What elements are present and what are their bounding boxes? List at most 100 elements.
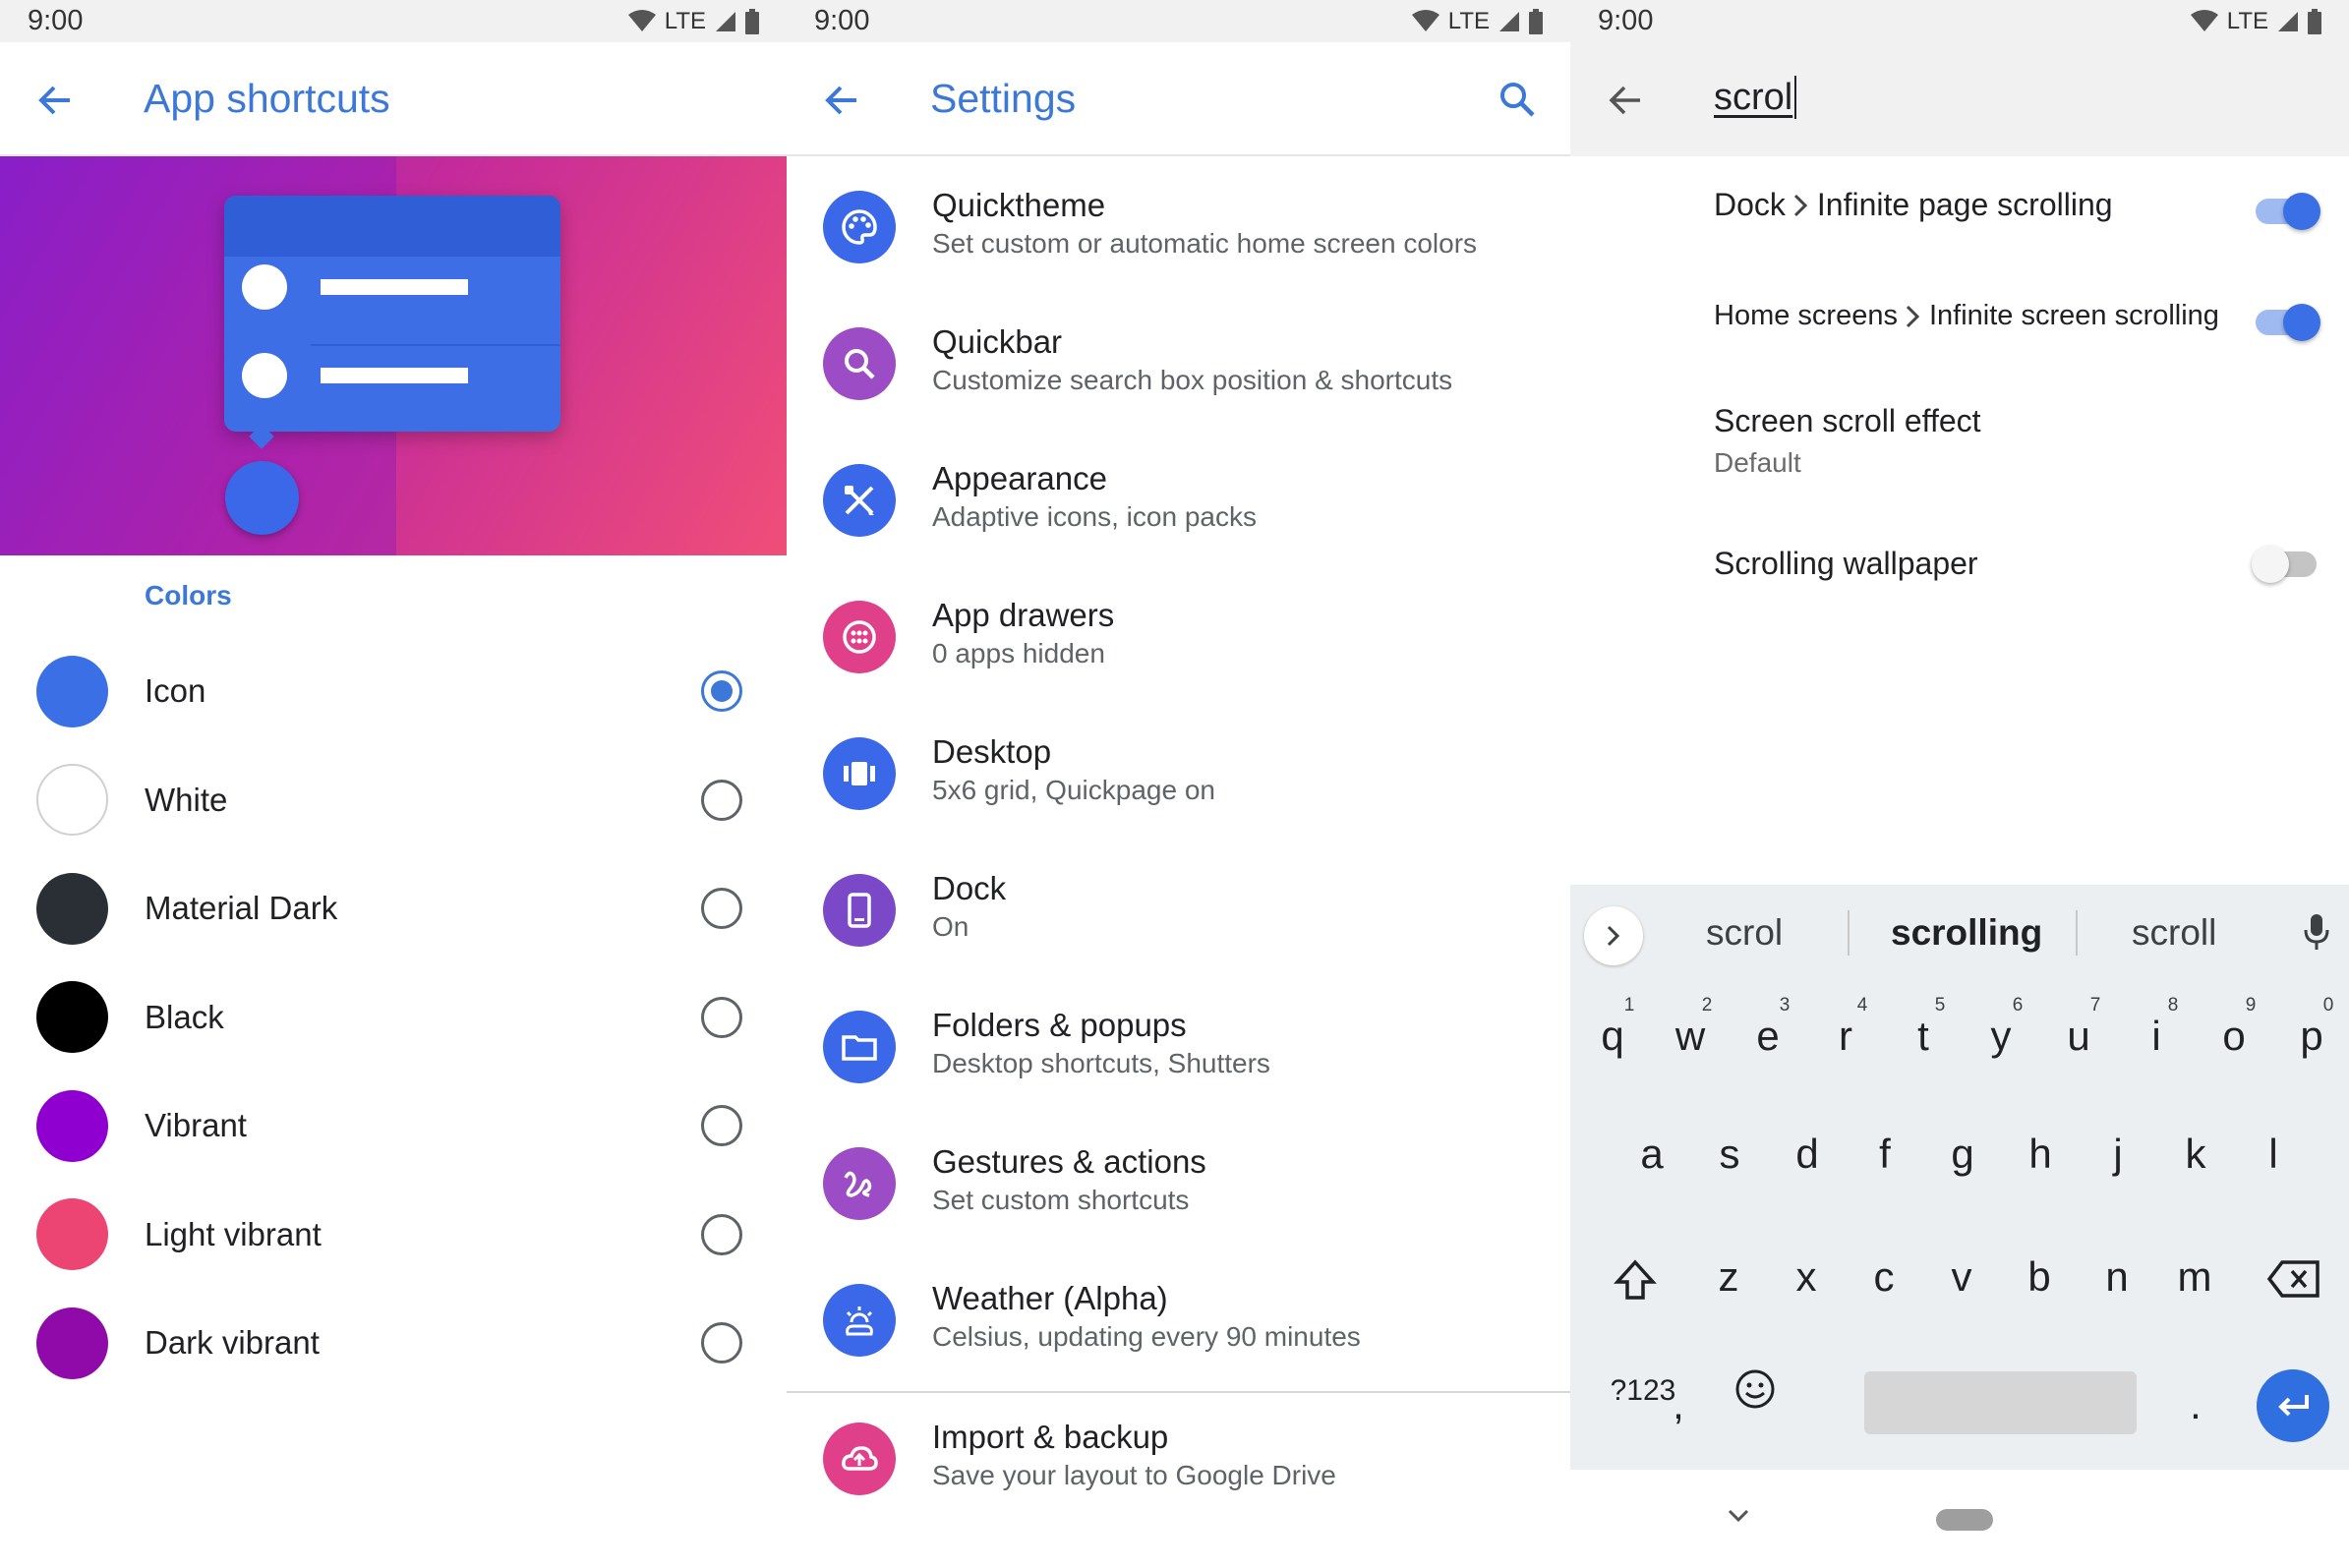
text-caret [1794, 76, 1797, 119]
weather-icon [823, 1284, 896, 1357]
color-option-icon[interactable]: Icon [0, 637, 787, 746]
key-b[interactable]: b [2010, 1253, 2069, 1301]
key-m[interactable]: m [2165, 1253, 2224, 1301]
key-g[interactable]: g [1933, 1131, 1992, 1178]
key-z[interactable]: z [1699, 1253, 1758, 1301]
backspace-key[interactable] [2264, 1258, 2323, 1309]
search-input[interactable]: scrol [1714, 76, 1797, 119]
key-h[interactable]: h [2011, 1131, 2070, 1178]
back-button[interactable] [1600, 76, 1649, 125]
settings-item-subtitle: 5x6 grid, Quickpage on [932, 775, 1215, 805]
color-options-list: Icon White Material Dark Black Vibrant Light … [0, 637, 787, 1398]
key-u[interactable]: u [2049, 1013, 2108, 1060]
key-r[interactable]: r [1816, 1013, 1875, 1060]
settings-item-title: Quickbar [932, 323, 1063, 360]
radio-button[interactable] [701, 996, 742, 1038]
microphone-button[interactable] [2302, 912, 2331, 958]
shift-key[interactable] [1606, 1256, 1665, 1313]
settings-item-import-backup[interactable]: Import & backup Save your layout to Googl… [787, 1393, 1570, 1530]
settings-item-weather-alpha[interactable]: Weather (Alpha) Celsius, updating every 9… [787, 1254, 1570, 1391]
color-option-label: White [145, 781, 228, 818]
search-result-scrolling-wallpaper[interactable]: Scrolling wallpaper [1714, 546, 2349, 583]
suggestion-3[interactable]: scroll [2132, 912, 2216, 954]
settings-item-gestures-actions[interactable]: Gestures & actions Set custom shortcuts [787, 1118, 1570, 1254]
color-swatch [36, 655, 108, 727]
key-v[interactable]: v [1932, 1253, 1991, 1301]
key-i[interactable]: i [2127, 1013, 2186, 1060]
color-option-light-vibrant[interactable]: Light vibrant [0, 1181, 787, 1290]
enter-key[interactable] [2257, 1369, 2329, 1442]
back-button[interactable] [816, 76, 865, 125]
key-o[interactable]: o [2204, 1013, 2263, 1060]
status-bar: 9:00 LTE [1570, 0, 2349, 42]
settings-item-quicktheme[interactable]: Quicktheme Set custom or automatic home s… [787, 161, 1570, 298]
key-y[interactable]: y [1971, 1013, 2030, 1060]
expand-suggestions-button[interactable] [1584, 906, 1643, 965]
hide-keyboard-button[interactable] [1726, 1507, 1751, 1530]
key-f[interactable]: f [1855, 1131, 1914, 1178]
result-title: Infinite page scrolling [1816, 187, 2113, 222]
key-d[interactable]: d [1778, 1131, 1837, 1178]
radio-button[interactable] [701, 1322, 742, 1365]
key-x[interactable]: x [1777, 1253, 1836, 1301]
settings-item-subtitle: Save your layout to Google Drive [932, 1460, 1336, 1490]
search-button[interactable] [1492, 74, 1543, 125]
toggle-home-infinite-scrolling[interactable] [2256, 304, 2320, 341]
search-result-home-infinite-scrolling[interactable]: Home screens Infinite screen scrolling [1714, 300, 2349, 341]
key-w[interactable]: w [1661, 1013, 1720, 1060]
palette-icon [823, 191, 896, 263]
key-k[interactable]: k [2166, 1131, 2225, 1178]
wifi-icon [1411, 9, 1439, 31]
back-button[interactable] [29, 76, 79, 125]
settings-item-desktop[interactable]: Desktop 5x6 grid, Quickpage on [787, 708, 1570, 844]
key-hint: 3 [1779, 995, 1791, 1016]
key-l[interactable]: l [2244, 1131, 2303, 1178]
settings-item-dock[interactable]: Dock On [787, 844, 1570, 981]
search-result-screen-scroll-effect[interactable]: Screen scroll effect Default [1714, 403, 2349, 479]
home-pill[interactable] [1936, 1509, 1993, 1531]
color-swatch [36, 872, 108, 945]
toggle-dock-infinite-scrolling[interactable] [2256, 193, 2320, 230]
key-hint: 7 [2089, 995, 2101, 1016]
key-n[interactable]: n [2087, 1253, 2146, 1301]
settings-item-quickbar[interactable]: Quickbar Customize search box position & … [787, 298, 1570, 435]
radio-button[interactable] [701, 779, 742, 821]
settings-item-folders-popups[interactable]: Folders & popups Desktop shortcuts, Shutt… [787, 981, 1570, 1118]
key-c[interactable]: c [1854, 1253, 1913, 1301]
backspace-icon [2266, 1260, 2320, 1298]
key-hint: 4 [1856, 995, 1868, 1016]
space-key[interactable] [1864, 1371, 2137, 1434]
key-e[interactable]: e [1738, 1013, 1797, 1060]
key-t[interactable]: t [1894, 1013, 1953, 1060]
key-s[interactable]: s [1700, 1131, 1759, 1178]
color-option-material-dark[interactable]: Material Dark [0, 854, 787, 963]
key-j[interactable]: j [2088, 1131, 2147, 1178]
battery-icon [1529, 8, 1543, 34]
search-result-dock-infinite-scrolling[interactable]: Dock Infinite page scrolling [1714, 187, 2349, 230]
color-option-vibrant[interactable]: Vibrant [0, 1072, 787, 1181]
radio-button[interactable] [701, 1105, 742, 1147]
settings-item-appearance[interactable]: Appearance Adaptive icons, icon packs [787, 435, 1570, 571]
network-type: LTE [2226, 7, 2268, 34]
key-hint: 0 [2322, 995, 2334, 1016]
color-option-white[interactable]: White [0, 746, 787, 855]
color-option-black[interactable]: Black [0, 963, 787, 1073]
color-swatch [36, 1089, 108, 1162]
settings-item-app-drawers[interactable]: App drawers 0 apps hidden [787, 571, 1570, 708]
toggle-scrolling-wallpaper[interactable] [2252, 546, 2317, 583]
search-bar: scrol [1570, 42, 2349, 156]
network-type: LTE [1447, 7, 1490, 34]
suggestion-2[interactable]: scrolling [1891, 912, 2042, 954]
comma-key[interactable]: , [1649, 1381, 1708, 1428]
key-p[interactable]: p [2282, 1013, 2341, 1060]
key-a[interactable]: a [1622, 1131, 1681, 1178]
radio-button[interactable] [701, 670, 742, 713]
radio-button[interactable] [701, 888, 742, 930]
radio-button[interactable] [701, 1213, 742, 1255]
color-option-dark-vibrant[interactable]: Dark vibrant [0, 1289, 787, 1398]
emoji-key[interactable] [1726, 1368, 1785, 1420]
period-key[interactable]: . [2166, 1381, 2225, 1428]
key-q[interactable]: q [1583, 1013, 1642, 1060]
suggestion-1[interactable]: scrol [1706, 912, 1783, 954]
shortcut-preview [0, 156, 787, 555]
